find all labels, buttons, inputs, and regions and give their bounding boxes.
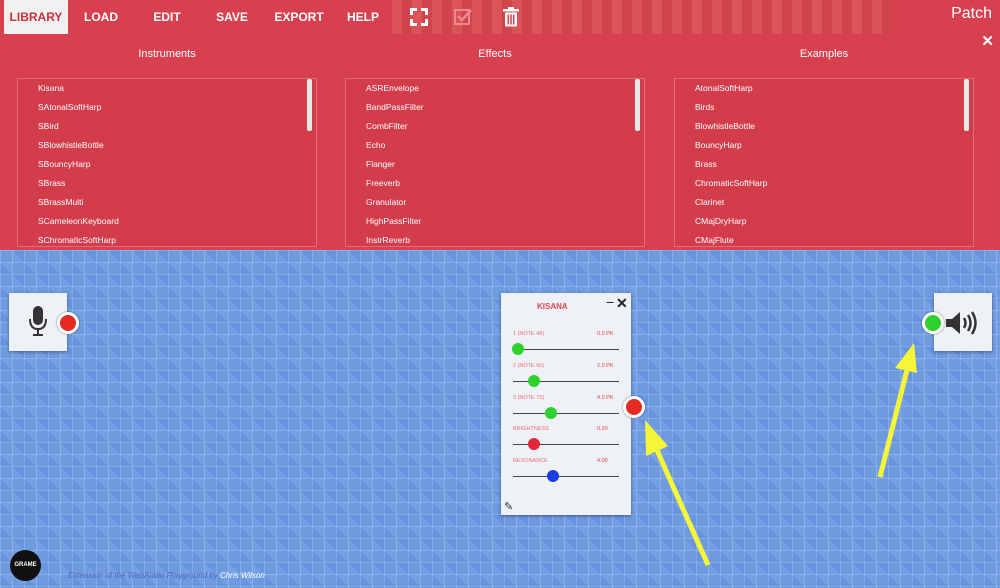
credit-link[interactable]: Chris Wilson [220, 571, 265, 580]
grame-logo: GRAME [10, 550, 41, 581]
credit-text: Extension of the WebAudio Playground by … [68, 571, 265, 580]
annotation-arrows [645, 343, 917, 567]
credit-label: Extension of the WebAudio Playground by [68, 571, 220, 580]
